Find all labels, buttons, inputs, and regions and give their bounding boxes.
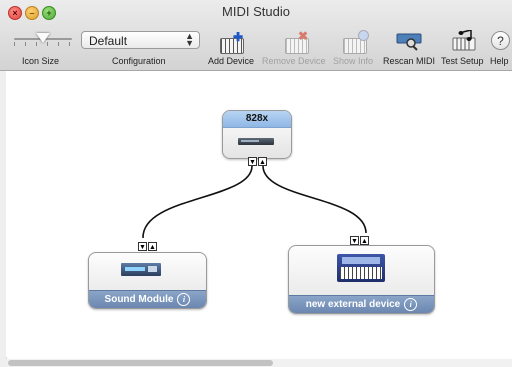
external-device-out-port[interactable]: ▼	[350, 236, 359, 245]
external-device-footer: new external device i	[289, 295, 434, 313]
828x-out-port[interactable]: ▼	[248, 157, 257, 166]
horizontal-scrollbar[interactable]	[6, 359, 512, 367]
device-sound-module[interactable]: Sound Module i	[88, 252, 207, 309]
device-new-external[interactable]: new external device i	[288, 245, 435, 314]
sound-module-out-port[interactable]: ▼	[138, 242, 147, 251]
synthesizer-keyboard-icon	[337, 254, 385, 282]
external-device-name: new external device	[305, 299, 401, 310]
midi-studio-window: × – + MIDI Studio Icon Size Default ▲ ▼ C…	[0, 0, 512, 367]
device-828x[interactable]: 828x	[222, 110, 292, 159]
info-icon[interactable]: i	[404, 298, 418, 311]
828x-in-port[interactable]: ▲	[258, 157, 267, 166]
info-icon[interactable]: i	[177, 293, 191, 306]
sound-module-in-port[interactable]: ▲	[148, 242, 157, 251]
cable-to-sound-module	[142, 165, 253, 239]
scrollbar-thumb[interactable]	[8, 360, 273, 366]
synth-panel	[342, 257, 380, 264]
synth-keys	[340, 267, 382, 279]
rack-module-icon	[121, 263, 161, 276]
external-device-in-port[interactable]: ▲	[360, 236, 369, 245]
audio-interface-icon	[238, 138, 274, 145]
cable-to-external-device	[262, 165, 367, 234]
midi-cables	[142, 165, 367, 239]
sound-module-footer: Sound Module i	[89, 290, 206, 308]
device-828x-name: 828x	[223, 111, 291, 128]
sound-module-name: Sound Module	[104, 294, 174, 305]
